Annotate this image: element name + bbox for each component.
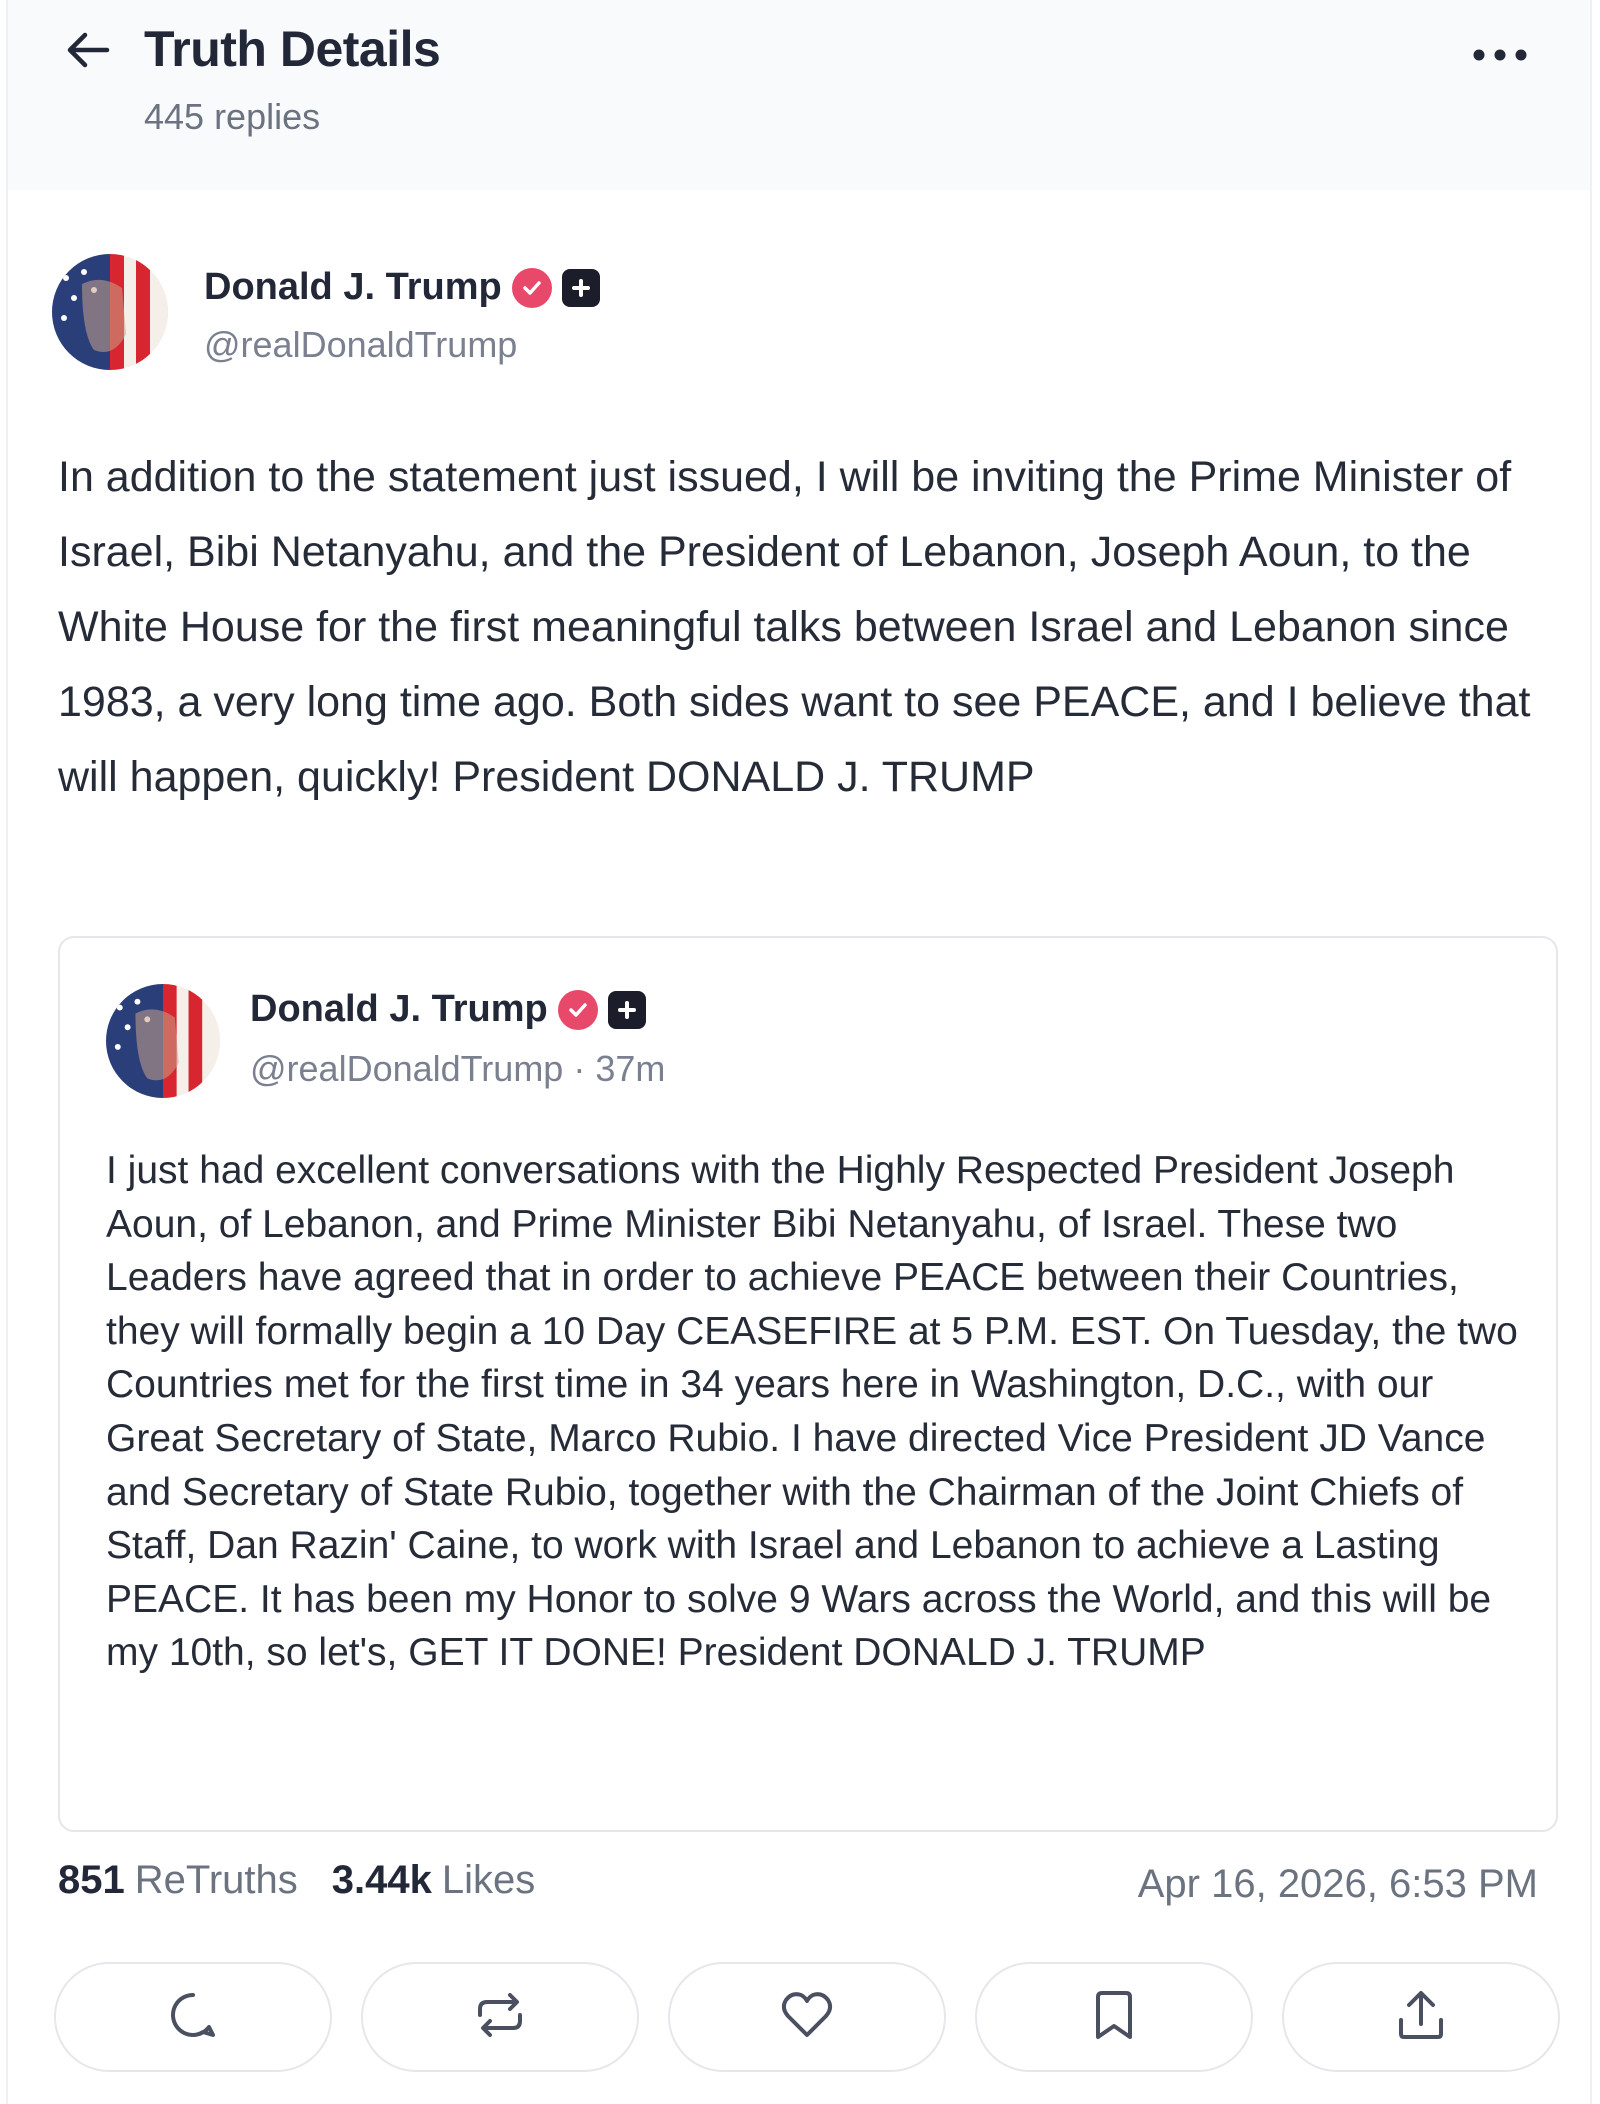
more-horizontal-icon — [1472, 48, 1528, 67]
reply-count: 445 replies — [144, 96, 321, 137]
engagement-stats: 851 ReTruths 3.44k Likes — [58, 1858, 535, 1903]
truth-details-page: Truth Details 445 replies Donald J. Trum… — [6, 0, 1592, 2104]
bookmark-icon — [1092, 1988, 1136, 2047]
verified-icon — [511, 267, 552, 308]
page-title: Truth Details — [144, 21, 441, 77]
post-timestamp: Apr 16, 2026, 6:53 PM — [1137, 1862, 1538, 1906]
top-bar: Truth Details 445 replies — [8, 0, 1590, 190]
avatar[interactable] — [52, 254, 168, 370]
likes-count[interactable]: 3.44k — [332, 1858, 432, 1903]
retruth-icon — [472, 1989, 528, 2046]
like-button[interactable] — [668, 1962, 946, 2072]
post-text: In addition to the statement just issued… — [58, 453, 1531, 801]
quoted-author-handle: @realDonaldTrump · 37m — [250, 1048, 666, 1089]
author-name[interactable]: Donald J. Trump — [204, 266, 600, 309]
share-icon — [1395, 1988, 1447, 2047]
quoted-post-text: I just had excellent conversations with … — [106, 1149, 1518, 1675]
reply-button[interactable] — [54, 1962, 332, 2072]
action-bar — [54, 1962, 1560, 2072]
bookmark-button[interactable] — [975, 1962, 1253, 2072]
back-button[interactable] — [52, 22, 124, 82]
like-icon — [779, 1989, 835, 2046]
more-options-button[interactable] — [1460, 32, 1540, 82]
retruths-count[interactable]: 851 — [58, 1858, 125, 1903]
arrow-left-icon — [65, 30, 111, 75]
avatar — [106, 984, 220, 1098]
author-handle[interactable]: @realDonaldTrump — [204, 324, 517, 366]
quoted-author-name: Donald J. Trump — [250, 988, 646, 1031]
verified-icon — [557, 989, 598, 1030]
plus-badge-icon — [561, 268, 600, 307]
share-button[interactable] — [1282, 1962, 1560, 2072]
retruth-button[interactable] — [361, 1962, 639, 2072]
reply-icon — [167, 1989, 219, 2046]
quoted-post[interactable]: Donald J. Trump @realDonaldTrump · 37m I… — [58, 936, 1558, 1832]
retruths-label[interactable]: ReTruths — [135, 1858, 298, 1903]
likes-label[interactable]: Likes — [442, 1858, 535, 1903]
quoted-post-time: · 37m — [573, 1048, 666, 1089]
plus-badge-icon — [607, 990, 646, 1029]
